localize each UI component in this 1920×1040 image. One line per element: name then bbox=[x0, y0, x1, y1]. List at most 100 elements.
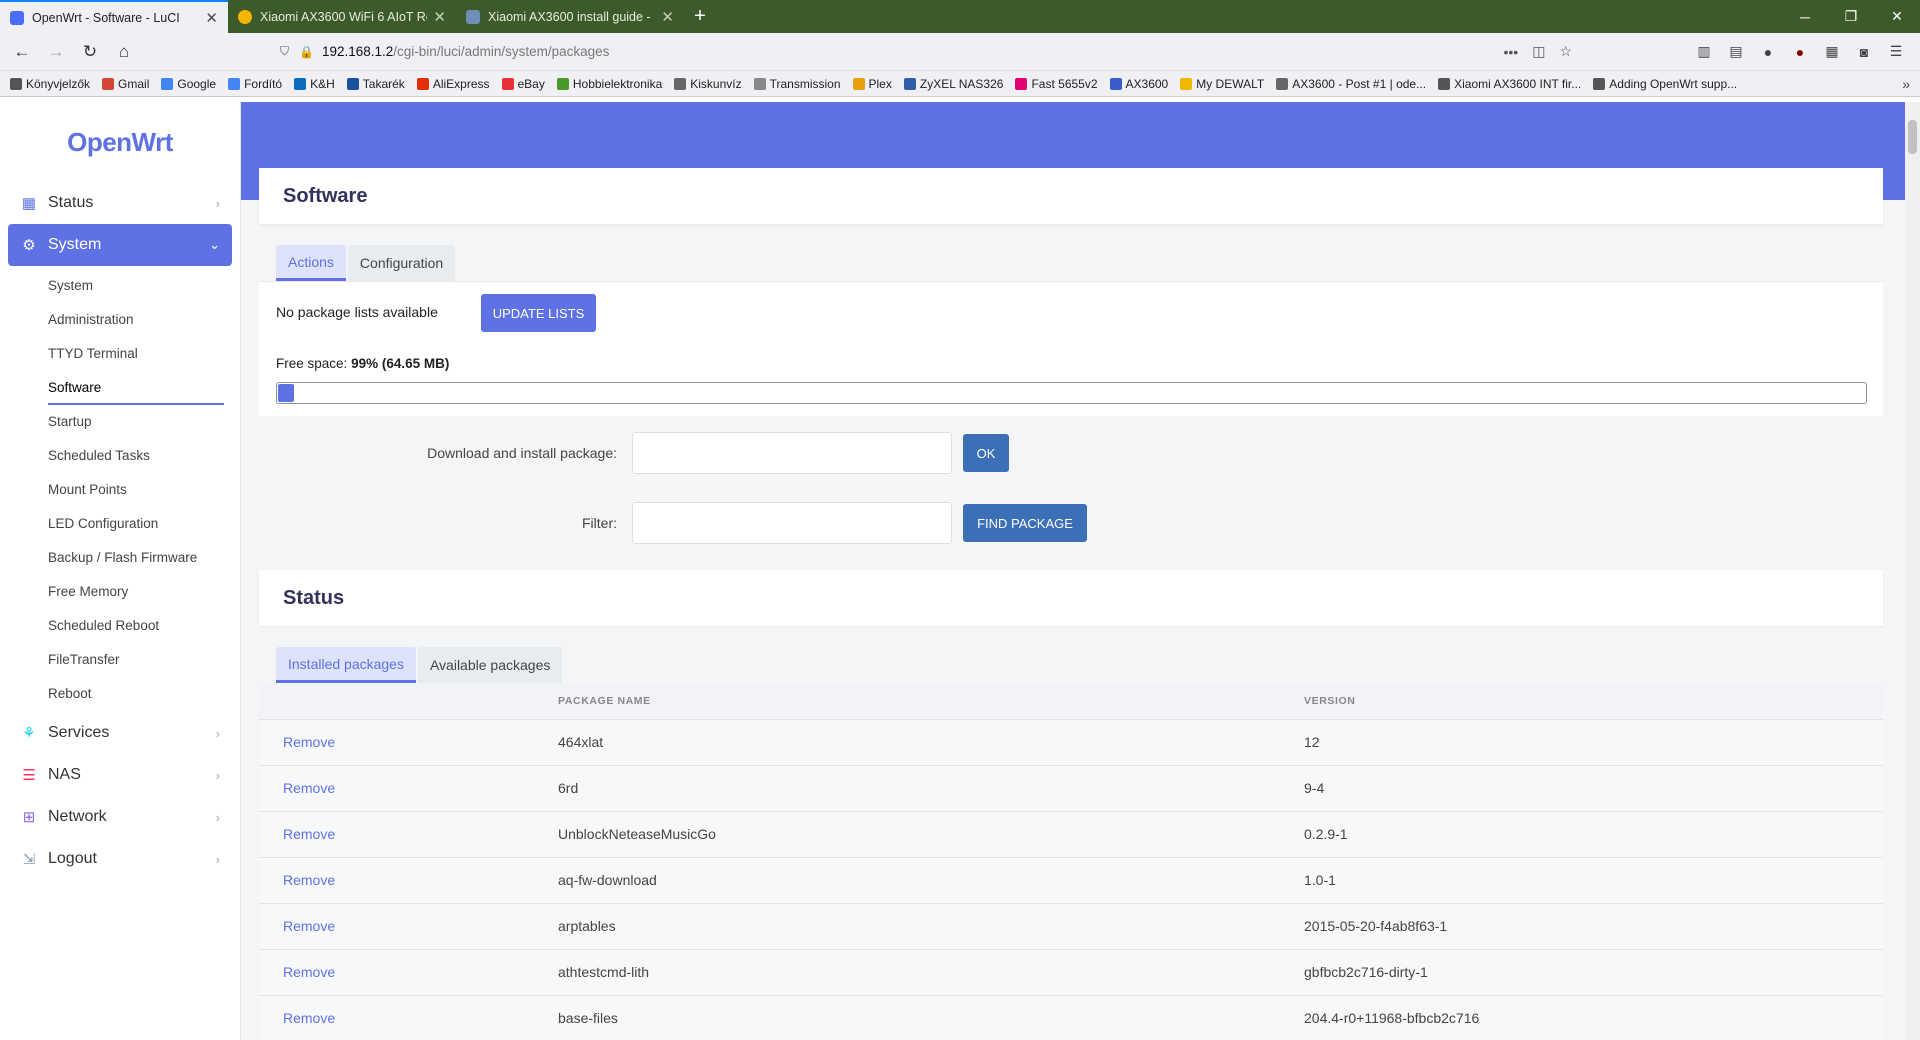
ok-button[interactable]: OK bbox=[963, 434, 1009, 472]
pocket-icon[interactable]: ◫ bbox=[1532, 43, 1545, 60]
extension-grid-icon[interactable]: ▦ bbox=[1816, 43, 1848, 60]
remove-package-link[interactable]: Remove bbox=[259, 857, 558, 904]
find-package-button[interactable]: FIND PACKAGE bbox=[963, 504, 1087, 542]
bookmark-label: Könyvjelzők bbox=[26, 76, 91, 91]
menu-hamburger-icon[interactable]: ☰ bbox=[1880, 43, 1912, 60]
submenu-item-filetransfer[interactable]: FileTransfer bbox=[0, 642, 240, 676]
bookmark-item[interactable]: Fordító bbox=[228, 77, 282, 91]
submenu-item-mount-points[interactable]: Mount Points bbox=[0, 472, 240, 506]
tab-available-packages[interactable]: Available packages bbox=[417, 647, 563, 683]
library-icon[interactable]: ▥ bbox=[1688, 43, 1720, 60]
bookmark-item[interactable]: AX3600 - Post #1 | ode... bbox=[1276, 77, 1426, 91]
bookmark-label: Transmission bbox=[769, 76, 841, 91]
close-tab-icon[interactable]: ✕ bbox=[661, 8, 674, 26]
bookmark-item[interactable]: ZyXEL NAS326 bbox=[903, 77, 1003, 91]
bookmark-star-icon[interactable]: ☆ bbox=[1559, 43, 1572, 60]
bookmark-item[interactable]: Xiaomi AX3600 INT fir... bbox=[1438, 77, 1581, 91]
browser-tab-luci[interactable]: OpenWrt - Software - LuCI ✕ bbox=[0, 0, 228, 33]
filter-input[interactable] bbox=[632, 502, 952, 544]
submenu-item-led-configuration[interactable]: LED Configuration bbox=[0, 506, 240, 540]
bookmark-item[interactable]: AX3600 bbox=[1109, 77, 1168, 91]
submenu-label: Administration bbox=[48, 311, 134, 327]
services-icon: ⚘ bbox=[22, 725, 36, 742]
bookmark-item[interactable]: Plex bbox=[852, 77, 892, 91]
bookmarks-bar: Könyvjelzők Gmail Google Fordító K&H Takarék A… bbox=[0, 71, 1920, 97]
page-scrollbar[interactable] bbox=[1905, 102, 1920, 1040]
back-icon[interactable]: ← bbox=[8, 38, 36, 66]
bookmark-item[interactable]: My DEWALT bbox=[1180, 77, 1264, 91]
address-bar[interactable]: ⛉ 🔒 192.168.1.2 /cgi-bin/luci/admin/syst… bbox=[272, 38, 1580, 66]
bookmark-label: Fordító bbox=[244, 76, 283, 91]
forward-icon[interactable]: → bbox=[42, 38, 70, 66]
scrollbar-thumb[interactable] bbox=[1908, 120, 1917, 154]
free-space-size: 64.65 MB bbox=[386, 356, 445, 371]
close-tab-icon[interactable]: ✕ bbox=[205, 9, 218, 27]
bookmark-item[interactable]: Fast 5655v2 bbox=[1015, 77, 1098, 91]
package-name: 6rd bbox=[558, 765, 1304, 812]
bookmark-favicon-icon bbox=[1109, 77, 1122, 90]
remove-package-link[interactable]: Remove bbox=[259, 903, 558, 950]
reload-icon[interactable]: ↻ bbox=[76, 38, 104, 66]
submenu-item-software[interactable]: Software bbox=[0, 370, 240, 405]
close-tab-icon[interactable]: ✕ bbox=[433, 8, 446, 26]
home-icon[interactable]: ⌂ bbox=[110, 38, 138, 66]
url-path: /cgi-bin/luci/admin/system/packages bbox=[393, 44, 610, 59]
extension-b-icon[interactable]: ● bbox=[1752, 44, 1784, 60]
bookmark-item[interactable]: Gmail bbox=[102, 77, 149, 91]
submenu-item-system[interactable]: System bbox=[0, 268, 240, 302]
package-name: UnblockNeteaseMusicGo bbox=[558, 811, 1304, 858]
remove-package-link[interactable]: Remove bbox=[259, 995, 558, 1040]
ublock-icon[interactable]: ● bbox=[1784, 44, 1816, 60]
bookmark-item[interactable]: Könyvjelzők bbox=[10, 77, 90, 91]
tab-installed-packages[interactable]: Installed packages bbox=[276, 647, 416, 683]
submenu-label: System bbox=[48, 277, 94, 293]
close-window-icon[interactable]: ✕ bbox=[1874, 0, 1920, 33]
submenu-item-free-memory[interactable]: Free Memory bbox=[0, 574, 240, 608]
insecure-lock-icon[interactable]: 🔒 bbox=[299, 45, 314, 59]
sidebar-icon[interactable]: ▤ bbox=[1720, 43, 1752, 60]
sidebar-item-network[interactable]: ⊞ Network › bbox=[8, 796, 232, 838]
submenu-item-backup-flash[interactable]: Backup / Flash Firmware bbox=[0, 540, 240, 574]
extension-mask-icon[interactable]: ◙ bbox=[1848, 44, 1880, 60]
more-bookmarks-icon[interactable]: » bbox=[1902, 76, 1910, 92]
submenu-item-ttyd-terminal[interactable]: TTYD Terminal bbox=[0, 336, 240, 370]
bookmark-item[interactable]: Google bbox=[161, 77, 216, 91]
remove-package-link[interactable]: Remove bbox=[259, 949, 558, 996]
tab-actions[interactable]: Actions bbox=[276, 245, 346, 281]
tab-configuration[interactable]: Configuration bbox=[347, 245, 456, 281]
browser-tab-install-guide[interactable]: Xiaomi AX3600 install guide - F ✕ bbox=[456, 0, 684, 33]
bookmark-item[interactable]: K&H bbox=[294, 77, 335, 91]
sidebar-item-nas[interactable]: ☰ NAS › bbox=[8, 754, 232, 796]
page-actions-icon[interactable]: ••• bbox=[1503, 44, 1518, 60]
sidebar-item-services[interactable]: ⚘ Services › bbox=[8, 712, 232, 754]
remove-package-link[interactable]: Remove bbox=[259, 765, 558, 812]
remove-package-link[interactable]: Remove bbox=[259, 811, 558, 858]
bookmark-label: My DEWALT bbox=[1196, 76, 1265, 91]
sidebar-item-status[interactable]: ▦ Status › bbox=[8, 182, 232, 224]
bookmark-item[interactable]: Kiskunvíz bbox=[674, 77, 742, 91]
submenu-item-startup[interactable]: Startup bbox=[0, 404, 240, 438]
submenu-item-reboot[interactable]: Reboot bbox=[0, 676, 240, 710]
minimize-icon[interactable]: ─ bbox=[1782, 0, 1828, 33]
submenu-item-scheduled-reboot[interactable]: Scheduled Reboot bbox=[0, 608, 240, 642]
bookmark-item[interactable]: eBay bbox=[501, 77, 545, 91]
package-url-input[interactable] bbox=[632, 432, 952, 474]
shield-icon[interactable]: ⛉ bbox=[280, 44, 289, 59]
browser-tab-title: OpenWrt - Software - LuCI bbox=[32, 10, 180, 25]
bookmark-item[interactable]: Hobbielektronika bbox=[556, 77, 662, 91]
bookmark-item[interactable]: AliExpress bbox=[416, 77, 490, 91]
bookmark-item[interactable]: Adding OpenWrt supp... bbox=[1593, 77, 1737, 91]
remove-package-link[interactable]: Remove bbox=[259, 719, 558, 766]
bookmark-item[interactable]: Takarék bbox=[346, 77, 405, 91]
table-row: Remove UnblockNeteaseMusicGo 0.2.9-1 bbox=[259, 811, 1883, 858]
package-name: base-files bbox=[558, 995, 1304, 1040]
restore-icon[interactable]: ❐ bbox=[1828, 0, 1874, 33]
bookmark-item[interactable]: Transmission bbox=[753, 76, 841, 91]
browser-tab-xiaomi[interactable]: Xiaomi AX3600 WiFi 6 AIoT Rou ✕ bbox=[228, 0, 456, 33]
new-tab-icon[interactable]: + bbox=[684, 0, 716, 33]
sidebar-item-system[interactable]: ⚙ System ⌄ bbox=[8, 224, 232, 266]
sidebar-item-logout[interactable]: ⇲ Logout › bbox=[8, 838, 232, 880]
update-lists-button[interactable]: UPDATE LISTS bbox=[481, 294, 596, 332]
submenu-item-administration[interactable]: Administration bbox=[0, 302, 240, 336]
submenu-item-scheduled-tasks[interactable]: Scheduled Tasks bbox=[0, 438, 240, 472]
